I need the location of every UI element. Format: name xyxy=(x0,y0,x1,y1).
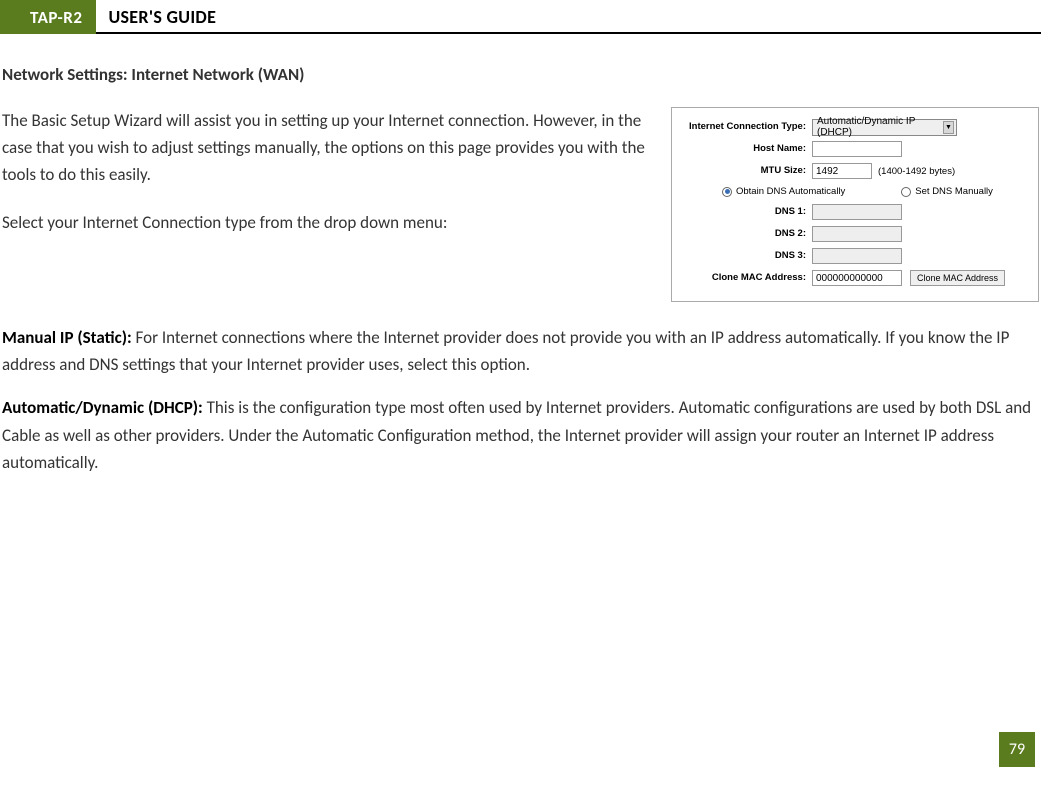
page-number: 79 xyxy=(999,732,1035,767)
host-name-input[interactable] xyxy=(812,141,902,157)
connection-type-label: Internet Connection Type: xyxy=(682,122,812,133)
section-heading: Network Settings: Internet Network (WAN) xyxy=(2,64,1039,85)
product-tag: TAP-R2 xyxy=(20,0,96,34)
intro-text-2: Select your Internet Connection type fro… xyxy=(2,209,661,236)
clone-mac-input[interactable] xyxy=(812,270,902,286)
dns1-input[interactable] xyxy=(812,204,902,220)
intro-text-1: The Basic Setup Wizard will assist you i… xyxy=(2,107,661,189)
chevron-down-icon: ▼ xyxy=(943,121,954,134)
radio-unchecked-icon xyxy=(901,187,911,197)
manual-ip-label: Manual IP (Static): xyxy=(2,327,136,348)
auto-dhcp-label: Automatic/Dynamic (DHCP): xyxy=(2,397,207,418)
mtu-label: MTU Size: xyxy=(682,166,812,177)
dns1-label: DNS 1: xyxy=(682,207,812,218)
settings-screenshot: Internet Connection Type: Automatic/Dyna… xyxy=(671,107,1039,302)
header-accent xyxy=(0,0,20,34)
radio-checked-icon xyxy=(722,187,732,197)
dns3-label: DNS 3: xyxy=(682,251,812,262)
clone-mac-button[interactable]: Clone MAC Address xyxy=(910,270,1005,286)
dns-auto-label: Obtain DNS Automatically xyxy=(736,186,845,197)
dns3-input[interactable] xyxy=(812,248,902,264)
manual-ip-paragraph: Manual IP (Static): For Internet connect… xyxy=(2,324,1039,378)
clone-mac-label: Clone MAC Address: xyxy=(682,273,812,284)
document-title: USER'S GUIDE xyxy=(96,0,1041,34)
host-name-label: Host Name: xyxy=(682,144,812,155)
dns2-input[interactable] xyxy=(812,226,902,242)
dns-auto-radio[interactable]: Obtain DNS Automatically xyxy=(722,186,845,197)
auto-dhcp-paragraph: Automatic/Dynamic (DHCP): This is the co… xyxy=(2,394,1039,476)
mtu-hint: (1400-1492 bytes) xyxy=(878,166,955,177)
connection-type-value: Automatic/Dynamic IP (DHCP) xyxy=(817,116,940,138)
dns-manual-radio[interactable]: Set DNS Manually xyxy=(901,186,993,197)
mtu-input[interactable] xyxy=(812,163,872,179)
page-header: TAP-R2 USER'S GUIDE xyxy=(0,0,1041,34)
dns2-label: DNS 2: xyxy=(682,229,812,240)
manual-ip-text: For Internet connections where the Inter… xyxy=(2,327,1009,375)
connection-type-select[interactable]: Automatic/Dynamic IP (DHCP) ▼ xyxy=(812,119,957,136)
dns-manual-label: Set DNS Manually xyxy=(915,186,993,197)
